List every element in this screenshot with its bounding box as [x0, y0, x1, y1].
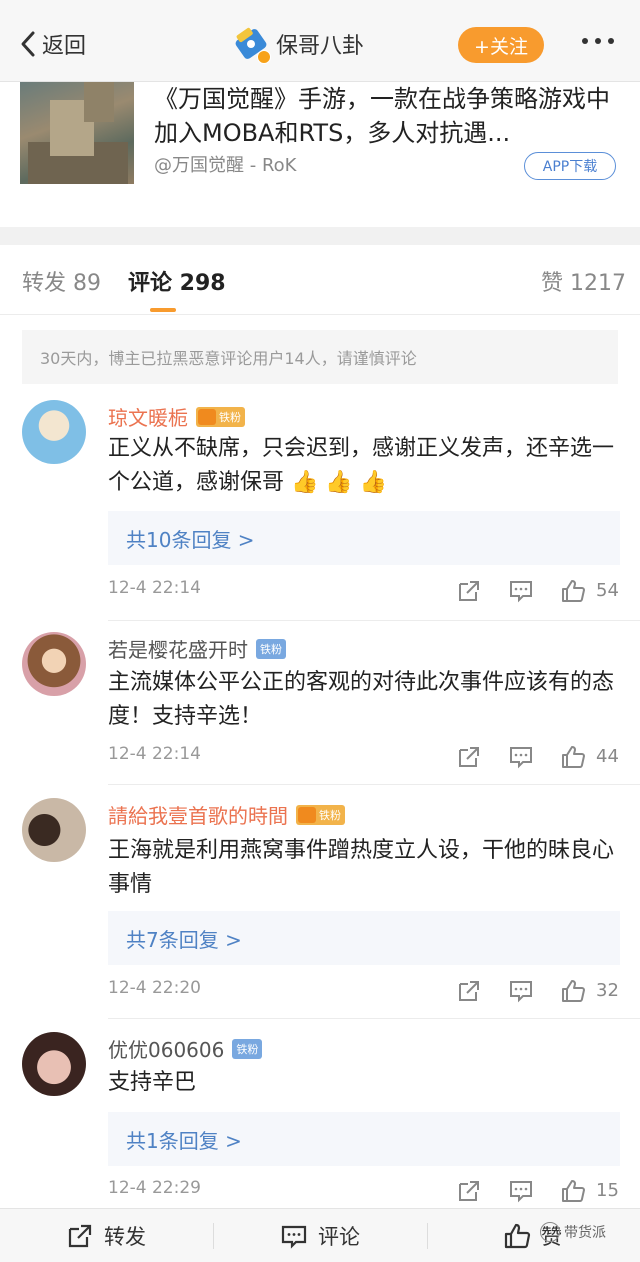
comment-text: 王海就是利用燕窝事件蹭热度立人设，干他的昧良心事情: [108, 838, 615, 897]
separator: [427, 1223, 428, 1249]
avatar[interactable]: [22, 632, 86, 696]
like-count: 15: [596, 1180, 619, 1201]
crown-icon: [298, 806, 316, 823]
thumbs-up-icon[interactable]: [560, 578, 586, 604]
comment-timestamp: 12-4 22:14: [108, 578, 201, 598]
comment-meta: 12-4 22:14 54: [108, 578, 628, 606]
tab-repost[interactable]: 转发 89: [22, 265, 101, 297]
share-icon[interactable]: [456, 578, 482, 604]
comment-timestamp: 12-4 22:14: [108, 744, 201, 764]
share-icon[interactable]: [456, 744, 482, 770]
comment-icon[interactable]: [508, 744, 534, 770]
comment-divider: [108, 620, 640, 621]
app-card-title: 《万国觉醒》手游，一款在战争策略游戏中加入MOBA和RTS，多人对抗遇...: [154, 85, 610, 147]
comment-meta: 12-4 22:14 44: [108, 744, 628, 772]
comment-icon[interactable]: [508, 578, 534, 604]
avatar[interactable]: [22, 1032, 86, 1096]
view-replies-link[interactable]: 共7条回复 >: [108, 911, 620, 965]
comment-meta: 12-4 22:20 32: [108, 978, 628, 1006]
commenter-name[interactable]: 琼文暖栀 铁粉: [108, 402, 245, 431]
top-nav-bar: 返回 保哥八卦 +关注: [0, 0, 640, 82]
comment-text: 主流媒体公平公正的客观的对待此次事件应该有的态度！支持辛选！: [108, 670, 615, 729]
wechat-logo-icon: [540, 1222, 560, 1242]
comment-timestamp: 12-4 22:29: [108, 1178, 201, 1198]
back-button[interactable]: 返回: [18, 26, 86, 62]
comment-text: 正义从不缺席，只会迟到，感谢正义发声，还辛选一个公道，感谢保哥 👍 👍 👍: [108, 436, 615, 495]
avatar: [234, 27, 271, 64]
app-promo-card[interactable]: 《万国觉醒》手游，一款在战争策略游戏中加入MOBA和RTS，多人对抗遇... @…: [0, 82, 640, 227]
active-tab-indicator: [150, 308, 176, 312]
commenter-name[interactable]: 优优060606 铁粉: [108, 1034, 263, 1063]
back-label: 返回: [42, 34, 87, 59]
interaction-tabs: 转发 89 评论 298 赞 1217: [0, 245, 640, 315]
fan-badge: 铁粉: [196, 406, 245, 427]
fan-badge: 铁粉: [232, 1038, 263, 1059]
share-icon[interactable]: [456, 978, 482, 1004]
view-replies-link[interactable]: 共10条回复 >: [108, 511, 620, 565]
page-title: 保哥八卦: [276, 34, 365, 59]
comment-button[interactable]: 评论: [280, 1221, 360, 1251]
commenter-name[interactable]: 請給我壹首歌的時間 铁粉: [108, 800, 345, 829]
like-count: 54: [596, 580, 619, 601]
comment-text: 支持辛巴: [108, 1070, 197, 1095]
like-count: 32: [596, 980, 619, 1001]
avatar[interactable]: [22, 798, 86, 862]
crown-icon: [198, 408, 216, 425]
thumbs-up-icon[interactable]: [560, 744, 586, 770]
tab-like[interactable]: 赞 1217: [541, 265, 626, 297]
tab-comment[interactable]: 评论 298: [128, 265, 226, 297]
share-icon: [68, 1224, 92, 1248]
profile-header[interactable]: 保哥八卦: [234, 26, 365, 64]
repost-button[interactable]: 转发: [66, 1221, 146, 1251]
comment-divider: [108, 784, 640, 785]
more-options-icon[interactable]: [582, 38, 614, 44]
comment-icon: [281, 1225, 307, 1249]
moderation-notice: 30天内，博主已拉黑恶意评论用户14人，请谨慎评论: [22, 330, 618, 384]
share-icon[interactable]: [456, 1178, 482, 1204]
app-download-button[interactable]: APP下载: [524, 152, 616, 180]
fan-badge: 铁粉: [296, 804, 345, 825]
view-replies-link[interactable]: 共1条回复 >: [108, 1112, 620, 1166]
thumbs-up-icon: [504, 1223, 531, 1249]
like-count: 44: [596, 746, 619, 767]
app-thumbnail-image: [20, 82, 134, 184]
verified-badge-icon: [257, 50, 271, 64]
comment-divider: [108, 1018, 640, 1019]
section-divider: [0, 227, 640, 245]
commenter-name[interactable]: 若是樱花盛开时 铁粉: [108, 634, 286, 663]
thumbs-up-icon[interactable]: [560, 1178, 586, 1204]
follow-button[interactable]: +关注: [458, 27, 544, 63]
comment-icon[interactable]: [508, 1178, 534, 1204]
chevron-left-icon: [21, 31, 35, 57]
comment-timestamp: 12-4 22:20: [108, 978, 201, 998]
fan-badge: 铁粉: [256, 638, 286, 659]
thumbs-up-icon[interactable]: [560, 978, 586, 1004]
comment-meta: 12-4 22:29 15: [108, 1178, 628, 1206]
comment-icon[interactable]: [508, 978, 534, 1004]
avatar[interactable]: [22, 400, 86, 464]
watermark: 带货派: [540, 1222, 606, 1242]
app-card-source: @万国觉醒 - RoK: [154, 155, 297, 176]
separator: [213, 1223, 214, 1249]
